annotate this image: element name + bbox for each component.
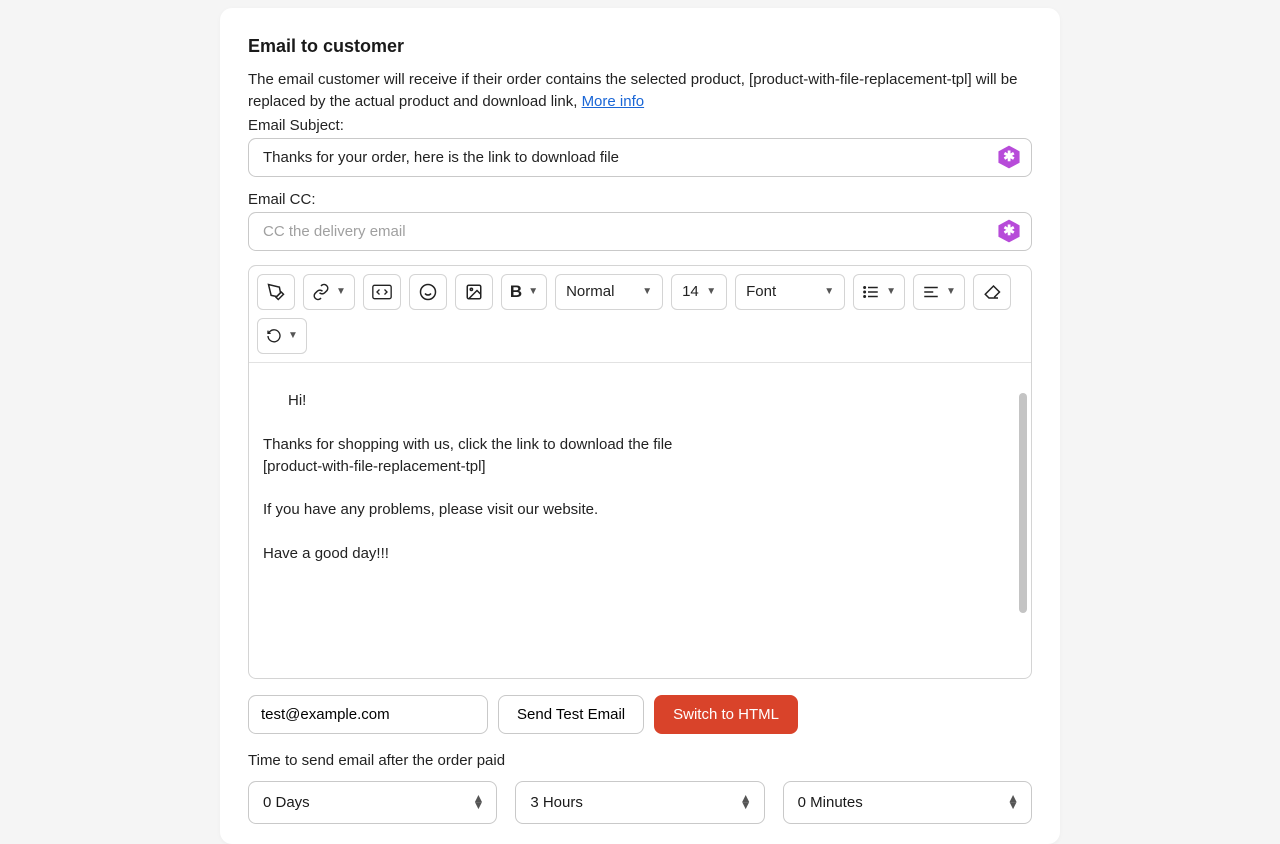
svg-text:✱: ✱ [1003, 222, 1015, 238]
test-row: Send Test Email Switch to HTML [248, 695, 1032, 734]
chevron-down-icon: ▼ [642, 286, 652, 297]
chevron-down-icon: ▼ [528, 286, 538, 297]
switch-html-button[interactable]: Switch to HTML [654, 695, 798, 734]
subject-input[interactable] [248, 138, 1032, 177]
section-description: The email customer will receive if their… [248, 69, 1032, 113]
hours-value: 3 Hours [530, 794, 583, 811]
stepper-icon: ▲▼ [740, 795, 752, 809]
chevron-down-icon: ▼ [288, 330, 298, 341]
subject-label: Email Subject: [248, 117, 1032, 134]
email-customer-card: Email to customer The email customer wil… [220, 8, 1060, 844]
undo-button[interactable]: ▼ [257, 318, 307, 354]
font-family-value: Font [746, 283, 776, 300]
editor-toolbar: ▼ B ▼ Normal ▼ 14 ▼ [249, 266, 1031, 363]
more-info-link[interactable]: More info [582, 93, 645, 110]
minutes-select[interactable]: 0 Minutes ▲▼ [783, 781, 1032, 824]
code-block-icon[interactable] [363, 274, 401, 310]
chevron-down-icon: ▼ [824, 286, 834, 297]
send-test-button[interactable]: Send Test Email [498, 695, 644, 734]
editor-text: Hi! Thanks for shopping with us, click t… [263, 392, 672, 561]
minutes-value: 0 Minutes [798, 794, 863, 811]
stepper-icon: ▲▼ [1007, 795, 1019, 809]
cc-label: Email CC: [248, 191, 1032, 208]
image-icon[interactable] [455, 274, 493, 310]
link-button[interactable]: ▼ [303, 274, 355, 310]
paragraph-style-value: Normal [566, 283, 614, 300]
font-family-select[interactable]: Font ▼ [735, 274, 845, 310]
bold-button[interactable]: B ▼ [501, 274, 547, 310]
chevron-down-icon: ▼ [336, 286, 346, 297]
ai-suggest-icon[interactable]: ✱ [996, 218, 1022, 244]
chevron-down-icon: ▼ [706, 286, 716, 297]
timing-label: Time to send email after the order paid [248, 752, 1032, 769]
section-title: Email to customer [248, 36, 1032, 57]
eraser-icon[interactable] [973, 274, 1011, 310]
hours-select[interactable]: 3 Hours ▲▼ [515, 781, 764, 824]
chevron-down-icon: ▼ [886, 286, 896, 297]
timing-row: 0 Days ▲▼ 3 Hours ▲▼ 0 Minutes ▲▼ [248, 781, 1032, 824]
align-button[interactable]: ▼ [913, 274, 965, 310]
stepper-icon: ▲▼ [472, 795, 484, 809]
scrollbar-thumb[interactable] [1019, 393, 1027, 613]
cc-field-wrap: ✱ [248, 212, 1032, 251]
rich-editor: ▼ B ▼ Normal ▼ 14 ▼ [248, 265, 1032, 679]
font-size-select[interactable]: 14 ▼ [671, 274, 727, 310]
test-email-input[interactable] [248, 695, 488, 734]
svg-text:✱: ✱ [1003, 148, 1015, 164]
chevron-down-icon: ▼ [946, 286, 956, 297]
paragraph-style-select[interactable]: Normal ▼ [555, 274, 663, 310]
list-button[interactable]: ▼ [853, 274, 905, 310]
ai-suggest-icon[interactable]: ✱ [996, 144, 1022, 170]
subject-field-wrap: ✱ [248, 138, 1032, 177]
bold-icon: B [510, 282, 522, 302]
editor-body[interactable]: Hi! Thanks for shopping with us, click t… [249, 363, 1031, 678]
highlighter-icon[interactable] [257, 274, 295, 310]
emoji-icon[interactable] [409, 274, 447, 310]
days-select[interactable]: 0 Days ▲▼ [248, 781, 497, 824]
font-size-value: 14 [682, 283, 699, 300]
cc-input[interactable] [248, 212, 1032, 251]
days-value: 0 Days [263, 794, 310, 811]
